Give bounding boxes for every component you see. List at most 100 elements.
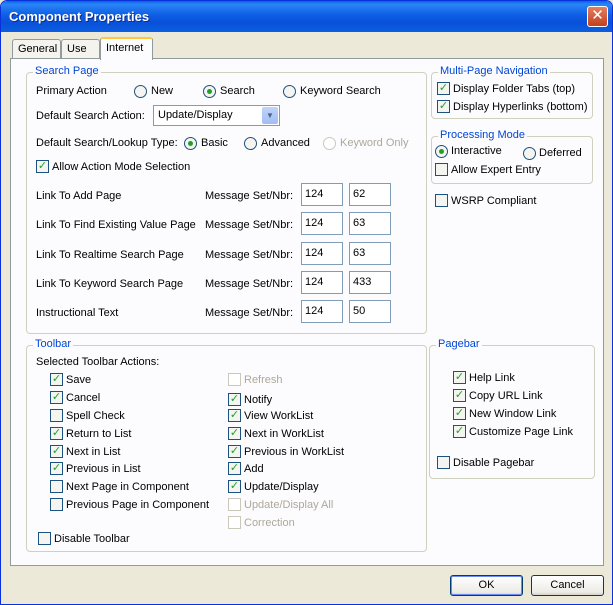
toolbar-spell-check-checkbox[interactable]: [50, 409, 63, 422]
cancel-button[interactable]: Cancel: [531, 575, 604, 596]
search-type-label: Default Search/Lookup Type:: [36, 137, 178, 149]
toolbar-prev-list-label: Previous in List: [66, 463, 141, 475]
toolbar-next-list-label: Next in List: [66, 446, 121, 458]
instructional-nbr-input[interactable]: 50: [349, 300, 391, 323]
link-add-set-input[interactable]: 124: [301, 183, 343, 206]
radio-interactive[interactable]: [435, 145, 448, 158]
allow-action-mode-label: Allow Action Mode Selection: [52, 161, 191, 173]
toolbar-add-label: Add: [244, 463, 264, 475]
toolbar-refresh-label: Refresh: [244, 374, 283, 386]
msg-set-label: Message Set/Nbr:: [205, 190, 294, 202]
toolbar-view-worklist-label: View WorkList: [244, 410, 314, 422]
display-folder-tabs-checkbox[interactable]: ✓: [437, 82, 450, 95]
radio-keyword-only-label: Keyword Only: [340, 137, 409, 149]
multipage-nav-group-label: Multi-Page Navigation: [438, 65, 550, 77]
toolbar-next-list-checkbox[interactable]: ✓: [50, 445, 63, 458]
toolbar-notify-checkbox[interactable]: ✓: [228, 393, 241, 406]
tab-internet[interactable]: Internet: [100, 37, 153, 60]
default-search-action-value: Update/Display: [158, 109, 233, 121]
pagebar-group-label: Pagebar: [436, 338, 482, 350]
toolbar-save-checkbox[interactable]: ✓: [50, 373, 63, 386]
toolbar-group-label: Toolbar: [33, 338, 74, 350]
pagebar-customize-label: Customize Page Link: [469, 426, 573, 438]
display-hyperlinks-checkbox[interactable]: ✓: [437, 100, 450, 113]
radio-basic[interactable]: [184, 137, 197, 150]
pagebar-copy-url-label: Copy URL Link: [469, 390, 543, 402]
toolbar-notify-label: Notify: [244, 394, 273, 406]
display-hyperlinks-label: Display Hyperlinks (bottom): [453, 101, 588, 113]
toolbar-prev-list-checkbox[interactable]: ✓: [50, 462, 63, 475]
tab-panel-internet: Search Page Primary Action New Search Ke…: [10, 58, 604, 566]
radio-keyword-search[interactable]: [283, 85, 296, 98]
default-search-action-select[interactable]: Update/Display ▼: [153, 105, 280, 126]
tab-general[interactable]: General: [12, 39, 61, 59]
disable-pagebar-label: Disable Pagebar: [453, 457, 535, 469]
toolbar-correction-checkbox: [228, 516, 241, 529]
toolbar-refresh-checkbox: [228, 373, 241, 386]
pagebar-new-window-checkbox[interactable]: ✓: [453, 407, 466, 420]
toolbar-add-checkbox[interactable]: ✓: [228, 462, 241, 475]
link-find-page-label: Link To Find Existing Value Page: [36, 219, 196, 231]
toolbar-view-worklist-checkbox[interactable]: ✓: [228, 409, 241, 422]
tab-use[interactable]: Use: [61, 39, 100, 59]
pagebar-new-window-label: New Window Link: [469, 408, 557, 420]
toolbar-update-display-checkbox[interactable]: ✓: [228, 480, 241, 493]
wsrp-compliant-label: WSRP Compliant: [451, 195, 537, 207]
link-add-nbr-input[interactable]: 62: [349, 183, 391, 206]
toolbar-cancel-checkbox[interactable]: ✓: [50, 391, 63, 404]
toolbar-spell-check-label: Spell Check: [66, 410, 125, 422]
instructional-text-label: Instructional Text: [36, 307, 119, 319]
search-page-group-label: Search Page: [33, 65, 101, 77]
instructional-set-input[interactable]: 124: [301, 300, 343, 323]
toolbar-next-page-checkbox[interactable]: [50, 480, 63, 493]
display-folder-tabs-label: Display Folder Tabs (top): [453, 83, 576, 95]
radio-advanced[interactable]: [244, 137, 257, 150]
msg-set-label: Message Set/Nbr:: [205, 219, 294, 231]
processing-mode-group: Processing Mode: [431, 129, 593, 184]
title-bar[interactable]: Component Properties ✕: [1, 1, 612, 32]
ok-button[interactable]: OK: [450, 575, 523, 596]
pagebar-copy-url-checkbox[interactable]: ✓: [453, 389, 466, 402]
allow-expert-entry-checkbox[interactable]: [435, 163, 448, 176]
toolbar-update-display-label: Update/Display: [244, 481, 319, 493]
pagebar-help-link-checkbox[interactable]: ✓: [453, 371, 466, 384]
disable-pagebar-checkbox[interactable]: [437, 456, 450, 469]
toolbar-prev-worklist-checkbox[interactable]: ✓: [228, 445, 241, 458]
link-keyword-set-input[interactable]: 124: [301, 271, 343, 294]
link-find-set-input[interactable]: 124: [301, 212, 343, 235]
disable-toolbar-checkbox[interactable]: [38, 532, 51, 545]
toolbar-return-list-label: Return to List: [66, 428, 132, 440]
link-realtime-page-label: Link To Realtime Search Page: [36, 249, 184, 261]
wsrp-compliant-checkbox[interactable]: [435, 194, 448, 207]
link-find-nbr-input[interactable]: 63: [349, 212, 391, 235]
window-title: Component Properties: [9, 9, 150, 24]
close-icon[interactable]: ✕: [587, 6, 608, 27]
radio-new[interactable]: [134, 85, 147, 98]
radio-advanced-label: Advanced: [261, 137, 310, 149]
toolbar-prev-page-checkbox[interactable]: [50, 498, 63, 511]
toolbar-cancel-label: Cancel: [66, 392, 101, 404]
allow-action-mode-checkbox[interactable]: ✓: [36, 160, 49, 173]
chevron-down-icon[interactable]: ▼: [262, 107, 278, 124]
link-keyword-nbr-input[interactable]: 433: [349, 271, 391, 294]
component-properties-dialog: Component Properties ✕ General Use Inter…: [0, 0, 613, 605]
pagebar-customize-checkbox[interactable]: ✓: [453, 425, 466, 438]
selected-toolbar-actions-label: Selected Toolbar Actions:: [36, 356, 160, 368]
toolbar-next-worklist-checkbox[interactable]: ✓: [228, 427, 241, 440]
radio-search[interactable]: [203, 85, 216, 98]
radio-keyword-search-label: Keyword Search: [300, 85, 381, 97]
allow-expert-entry-label: Allow Expert Entry: [451, 164, 541, 176]
link-realtime-nbr-input[interactable]: 63: [349, 242, 391, 265]
msg-set-label: Message Set/Nbr:: [205, 307, 294, 319]
msg-set-label: Message Set/Nbr:: [205, 278, 294, 290]
toolbar-next-worklist-label: Next in WorkList: [244, 428, 324, 440]
toolbar-prev-worklist-label: Previous in WorkList: [244, 446, 345, 458]
msg-set-label: Message Set/Nbr:: [205, 249, 294, 261]
disable-toolbar-label: Disable Toolbar: [54, 533, 130, 545]
link-realtime-set-input[interactable]: 124: [301, 242, 343, 265]
toolbar-return-list-checkbox[interactable]: ✓: [50, 427, 63, 440]
radio-new-label: New: [151, 85, 174, 97]
radio-deferred[interactable]: [523, 147, 536, 160]
radio-deferred-label: Deferred: [539, 147, 582, 159]
radio-interactive-label: Interactive: [451, 145, 502, 157]
